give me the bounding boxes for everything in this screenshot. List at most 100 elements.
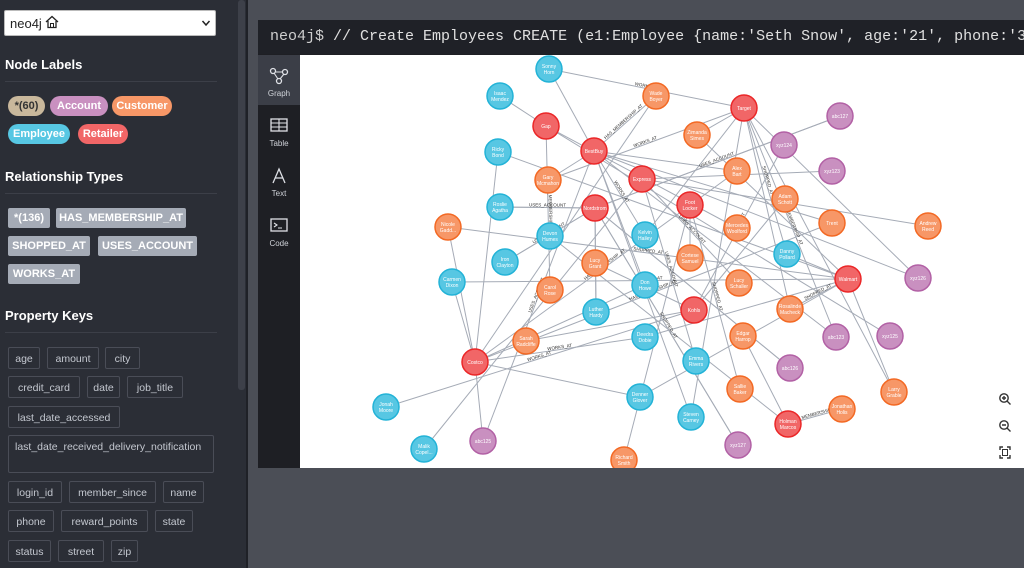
property-key-pill[interactable]: credit_card <box>8 376 80 398</box>
graph-node[interactable]: Costco <box>461 348 489 376</box>
tab-text[interactable]: Text <box>258 155 300 205</box>
relationship-edge[interactable] <box>743 107 895 393</box>
node-label-pill[interactable]: Account <box>50 96 108 116</box>
graph-node[interactable]: Trent <box>818 209 846 237</box>
node-label-pill[interactable]: Retailer <box>78 124 128 144</box>
graph-node[interactable]: KelvinHailey <box>631 221 659 249</box>
graph-node[interactable]: IronClayton <box>491 248 519 276</box>
graph-canvas[interactable]: WORKS_ATHAS_MEMBERSHIP_ATUSES_ACCOUNTSHO… <box>300 55 1024 468</box>
tab-graph[interactable]: Graph <box>258 55 300 105</box>
relationship-type-pill[interactable]: USES_ACCOUNT <box>98 236 197 256</box>
graph-node[interactable]: DennerGlover <box>626 383 654 411</box>
graph-node[interactable]: xyz126 <box>904 264 932 292</box>
database-select[interactable]: neo4j <box>4 10 216 36</box>
graph-node[interactable]: SallieBaker <box>726 375 754 403</box>
graph-node[interactable]: EmmaRivers <box>682 347 710 375</box>
fit-to-screen-button[interactable] <box>992 441 1018 465</box>
graph-node[interactable]: WadeBoyer <box>642 82 670 110</box>
property-key-pill[interactable]: job_title <box>127 376 183 398</box>
graph-node[interactable]: RosalindeMacheck <box>776 295 804 323</box>
graph-node[interactable]: DevonHumes <box>536 222 564 250</box>
property-key-pill[interactable]: name <box>163 481 204 503</box>
property-key-pill[interactable]: city <box>105 347 140 369</box>
graph-node[interactable]: xyz127 <box>724 431 752 459</box>
property-key-pill[interactable]: reward_points <box>61 510 148 532</box>
graph-node[interactable]: SonnyHorn <box>535 55 563 83</box>
graph-node[interactable]: IsaacMendez <box>486 82 514 110</box>
graph-node[interactable]: Walmart <box>834 265 862 293</box>
graph-node[interactable]: JonathanHolis <box>828 395 856 423</box>
property-key-pill[interactable]: age <box>8 347 40 369</box>
graph-node[interactable]: xyz125 <box>876 322 904 350</box>
graph-node[interactable]: LarryGrable <box>880 378 908 406</box>
graph-node[interactable]: NicoleGadd... <box>434 213 462 241</box>
graph-node[interactable]: Kohls <box>680 296 708 324</box>
relationship-type-pill[interactable]: *(136) <box>8 208 50 228</box>
graph-node[interactable]: DeedraDobie <box>631 323 659 351</box>
graph-node[interactable]: GaryMcmahon <box>534 166 562 194</box>
relationship-type-pill[interactable]: WORKS_AT <box>8 264 80 284</box>
graph-node[interactable]: CorteseSamuel <box>676 244 704 272</box>
tab-code[interactable]: Code <box>258 205 300 255</box>
graph-node[interactable]: ZimandaSimes <box>683 121 711 149</box>
property-key-pill[interactable]: last_date_accessed <box>8 406 120 428</box>
node-label-pill[interactable]: Customer <box>112 96 172 116</box>
property-key-pill[interactable]: date <box>87 376 120 398</box>
zoom-out-button[interactable] <box>992 414 1018 438</box>
graph-node[interactable]: xyz123 <box>818 157 846 185</box>
graph-node[interactable]: SarahRadcliffe <box>512 327 540 355</box>
graph-node[interactable]: RickyBond <box>484 138 512 166</box>
property-key-pill[interactable]: amount <box>47 347 99 369</box>
graph-node[interactable]: RoslieAgatha <box>486 193 514 221</box>
property-key-pill[interactable]: last_date_received_delivery_notification <box>8 435 214 473</box>
relationship-edge[interactable] <box>548 68 595 152</box>
node-label-pill[interactable]: *(60) <box>8 96 45 116</box>
relationship-edge[interactable] <box>743 107 788 255</box>
property-key-pill[interactable]: status <box>8 540 51 562</box>
zoom-in-button[interactable] <box>992 387 1018 411</box>
graph-node[interactable]: abc125 <box>469 427 497 455</box>
property-key-pill[interactable]: login_id <box>8 481 62 503</box>
graph-node[interactable]: HolmanMarcos <box>774 410 802 438</box>
graph-node[interactable]: BestBuy <box>580 137 608 165</box>
graph-node[interactable]: DannyPollard <box>773 240 801 268</box>
relationship-type-pill[interactable]: SHOPPED_AT <box>8 236 90 256</box>
graph-node[interactable]: FootLocker <box>676 191 704 219</box>
graph-svg[interactable]: WORKS_ATHAS_MEMBERSHIP_ATUSES_ACCOUNTSHO… <box>300 55 1024 468</box>
command-bar[interactable]: neo4j$ // Create Employees CREATE (e1:Em… <box>258 20 1024 54</box>
graph-node[interactable]: AndrewReed <box>914 212 942 240</box>
graph-node[interactable]: StevenCarney <box>677 403 705 431</box>
relationship-edge[interactable] <box>474 361 641 398</box>
relationship-type-pill[interactable]: HAS_MEMBERSHIP_AT <box>56 208 186 228</box>
panel-divider[interactable] <box>246 0 248 568</box>
graph-node[interactable]: xyz124 <box>770 131 798 159</box>
graph-node[interactable]: LucyGrant <box>581 249 609 277</box>
graph-node[interactable]: Nordstrom <box>581 194 609 222</box>
property-key-pill[interactable]: street <box>58 540 104 562</box>
graph-node[interactable]: LucySchaller <box>725 269 753 297</box>
graph-node[interactable]: abc126 <box>776 354 804 382</box>
relationship-edge[interactable] <box>474 336 646 363</box>
graph-node[interactable]: JonahMoore <box>372 393 400 421</box>
graph-node[interactable]: MalikCopel... <box>410 435 438 463</box>
sidebar-scrollbar-thumb[interactable] <box>238 0 245 390</box>
property-key-pill[interactable]: zip <box>111 540 138 562</box>
graph-node[interactable]: abc123 <box>822 323 850 351</box>
graph-node[interactable]: LutherHardy <box>582 298 610 326</box>
graph-node[interactable]: EdgarHarrop <box>729 322 757 350</box>
property-key-pill[interactable]: phone <box>8 510 54 532</box>
graph-node[interactable]: Express <box>628 165 656 193</box>
graph-node[interactable]: DonHowe <box>631 271 659 299</box>
property-key-pill[interactable]: member_since <box>69 481 156 503</box>
graph-node[interactable]: Target <box>730 94 758 122</box>
tab-table[interactable]: Table <box>258 105 300 155</box>
graph-node[interactable]: MercedesWoolford <box>723 214 751 242</box>
node-label-pill[interactable]: Employee <box>8 124 70 144</box>
property-key-pill[interactable]: state <box>155 510 193 532</box>
graph-node[interactable]: Gap <box>532 112 560 140</box>
graph-node[interactable]: abc127 <box>826 102 854 130</box>
graph-node[interactable]: CarmenDixon <box>438 268 466 296</box>
relationship-edge[interactable] <box>594 207 739 446</box>
graph-node[interactable]: CarolRose <box>536 276 564 304</box>
graph-node[interactable]: AdamSchott <box>771 185 799 213</box>
